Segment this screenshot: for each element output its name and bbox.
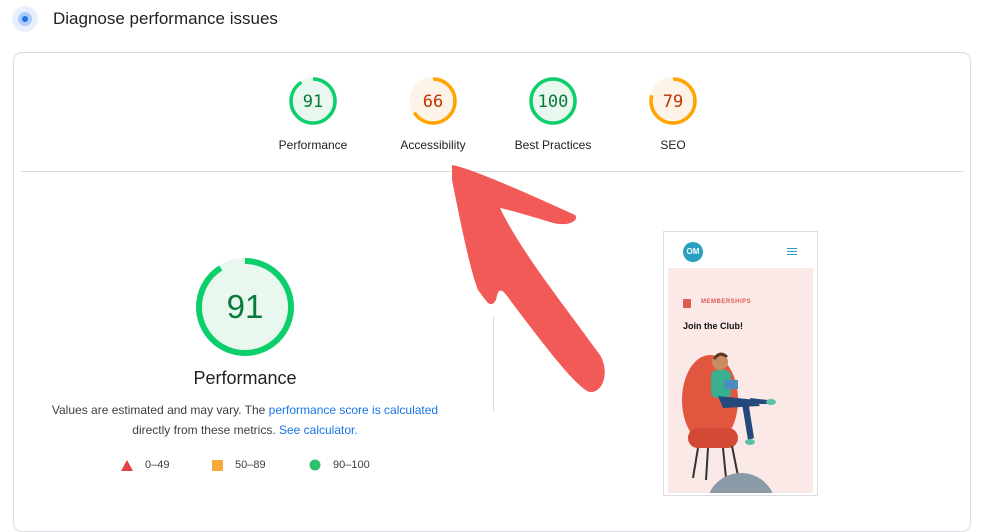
category-gauge-best-practices[interactable]: 100 Best Practices bbox=[493, 76, 613, 152]
gauge-ring: 66 bbox=[409, 77, 457, 125]
divider-vertical bbox=[493, 316, 494, 412]
description-text-2: directly from these metrics. bbox=[132, 423, 279, 437]
category-label: Best Practices bbox=[514, 138, 592, 152]
see-calculator-link[interactable]: See calculator. bbox=[279, 423, 358, 437]
gauge-ring: 100 bbox=[529, 77, 577, 125]
legend-range: 90–100 bbox=[333, 459, 370, 471]
category-score: 66 bbox=[423, 92, 443, 112]
legend-fail: 0–49 bbox=[121, 459, 169, 471]
hero-section: MEMBERSHIPS Join the Club! bbox=[668, 268, 813, 493]
description-text: Values are estimated and may vary. The bbox=[51, 403, 269, 417]
category-score: 91 bbox=[303, 92, 323, 112]
legend-average: 50–89 bbox=[212, 459, 266, 471]
hero-headline: Join the Club! bbox=[683, 321, 743, 331]
divider bbox=[21, 171, 964, 172]
performance-score: 91 bbox=[227, 288, 264, 325]
performance-gauge: 91 bbox=[193, 255, 297, 359]
category-gauge-performance[interactable]: 91 Performance bbox=[253, 76, 373, 152]
section-title: Diagnose performance issues bbox=[53, 9, 278, 28]
category-score: 79 bbox=[663, 92, 683, 112]
score-calculated-link[interactable]: performance score is calculated bbox=[269, 403, 438, 417]
gauge-ring: 91 bbox=[289, 77, 337, 125]
lighthouse-icon bbox=[12, 6, 38, 32]
category-label: Performance bbox=[278, 138, 348, 152]
membership-icon bbox=[683, 299, 691, 308]
legend-pass: 90–100 bbox=[309, 459, 370, 471]
legend-range: 0–49 bbox=[145, 459, 170, 471]
circle-icon bbox=[309, 459, 321, 471]
category-score: 100 bbox=[538, 92, 569, 112]
category-label: SEO bbox=[660, 138, 686, 152]
triangle-icon bbox=[121, 459, 133, 471]
reading-person-illustration bbox=[682, 352, 776, 481]
category-gauge-accessibility[interactable]: 66 Accessibility bbox=[373, 76, 493, 152]
performance-gauge-ring: 91 bbox=[196, 258, 294, 356]
category-gauge-seo[interactable]: 79 SEO bbox=[613, 76, 733, 152]
section-header: Diagnose performance issues bbox=[12, 6, 278, 32]
hero-kicker: MEMBERSHIPS bbox=[701, 299, 752, 305]
legend-range: 50–89 bbox=[235, 459, 266, 471]
page-screenshot-preview[interactable]: OM MEMBERSHIPS Join the Club! bbox=[663, 231, 818, 496]
gauge-ring: 79 bbox=[649, 77, 697, 125]
category-label: Accessibility bbox=[400, 138, 466, 152]
site-logo: OM bbox=[683, 242, 703, 262]
performance-description: Values are estimated and may vary. The p… bbox=[40, 400, 450, 440]
square-icon bbox=[212, 459, 223, 471]
performance-title: Performance bbox=[193, 368, 297, 388]
hamburger-icon bbox=[787, 248, 797, 257]
